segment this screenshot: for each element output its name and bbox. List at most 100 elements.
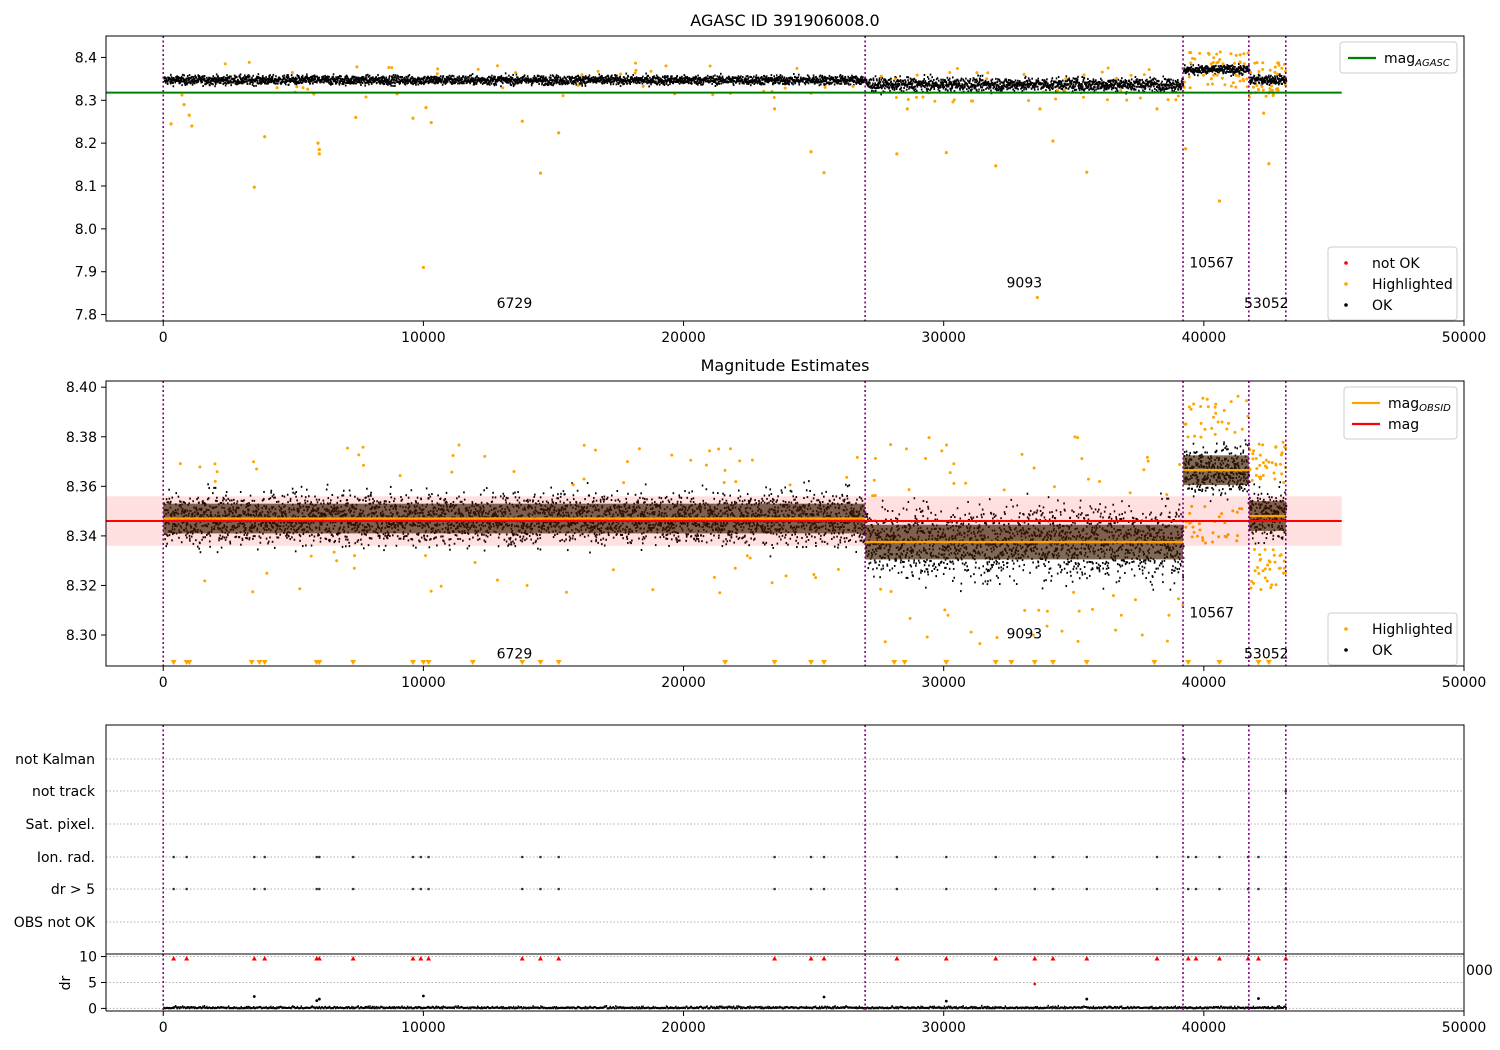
top-ok-point	[996, 87, 998, 90]
top-ok-point	[1033, 88, 1036, 91]
top-highlighted-point	[1255, 83, 1259, 87]
top-ok-point	[288, 83, 290, 86]
top-ok-point	[394, 84, 396, 87]
top-ok-point	[1266, 83, 1269, 86]
top-ok-point	[1215, 64, 1217, 67]
top-ok-point	[1153, 81, 1156, 84]
top-ok-point	[1154, 78, 1157, 81]
top-highlighted-point	[955, 67, 959, 71]
top-ok-point	[1088, 82, 1091, 85]
top-highlighted-point	[514, 71, 518, 75]
top-ok-point	[495, 83, 498, 86]
top-ok-point	[376, 81, 378, 84]
top-ok-point	[1121, 86, 1124, 89]
top-highlighted-point	[933, 99, 937, 103]
top-ok-point	[900, 89, 903, 92]
top-ok-point	[1230, 74, 1232, 77]
top-ok-point	[841, 75, 844, 78]
top-ok-point	[283, 74, 286, 77]
top-ok-point	[439, 75, 442, 78]
top-highlighted-point	[1038, 107, 1042, 111]
top-ok-point	[1162, 88, 1164, 91]
top-ok-point	[166, 82, 169, 85]
top-ok-point	[906, 76, 908, 79]
top-ok-point	[874, 89, 877, 92]
top-ok-point	[904, 81, 907, 84]
top-ok-point	[619, 75, 621, 78]
top-highlighted-point	[1223, 83, 1227, 87]
top-ok-point	[262, 75, 264, 78]
top-highlighted-point	[1062, 88, 1066, 92]
top-ok-point	[493, 84, 496, 87]
top-ok-point	[445, 75, 448, 78]
top-ok-point	[1112, 87, 1115, 90]
top-highlighted-point	[1209, 77, 1213, 81]
top-highlighted-point	[1106, 66, 1110, 70]
top-ok-point	[1177, 88, 1180, 91]
top-ok-point	[181, 84, 183, 87]
top-ok-point	[538, 74, 540, 77]
top-ok-point	[1280, 74, 1283, 77]
top-ok-point	[1242, 73, 1244, 76]
top-highlighted-point	[1206, 82, 1210, 86]
top-ok-point	[1003, 85, 1006, 88]
top-ok-point	[1157, 86, 1159, 89]
top-ok-point	[899, 79, 902, 82]
top-ok-point	[452, 75, 455, 78]
top-ok-point	[377, 73, 379, 76]
top-ok-point	[1265, 75, 1268, 78]
top-highlighted-point	[223, 62, 227, 66]
top-highlighted-point	[1115, 76, 1119, 80]
top-ok-point	[1072, 83, 1075, 86]
top-ok-point	[1024, 75, 1027, 78]
top-ok-point	[1176, 79, 1179, 82]
top-ok-point	[848, 83, 850, 86]
top-ok-point	[1196, 67, 1198, 70]
top-ok-point	[641, 82, 644, 85]
top-highlighted-point	[1138, 96, 1142, 100]
top-highlighted-point	[1188, 86, 1192, 90]
top-ok-point	[1158, 80, 1160, 83]
top-ok-point	[745, 75, 748, 78]
top-ok-point	[775, 74, 778, 77]
top-ok-point	[1051, 77, 1054, 80]
top-ok-point	[742, 76, 744, 79]
top-highlighted-point	[641, 84, 645, 88]
top-ok-point	[582, 78, 585, 81]
top-highlighted-point	[390, 66, 394, 70]
top-ok-point	[898, 80, 900, 83]
top-ok-point	[996, 80, 999, 83]
top-highlighted-point	[290, 71, 294, 75]
top-ok-point	[860, 82, 862, 85]
top-ok-point	[943, 85, 946, 88]
top-ok-point	[804, 83, 807, 86]
top-ok-point	[192, 76, 195, 79]
top-ok-point	[282, 80, 285, 83]
top-ok-point	[911, 82, 914, 85]
top-highlighted-point	[1212, 73, 1216, 77]
top-ok-point	[332, 75, 334, 78]
top-highlighted-point	[708, 64, 712, 68]
top-ok-point	[1232, 65, 1235, 68]
top-ok-point	[1002, 87, 1005, 90]
top-ok-point	[980, 86, 982, 89]
top-ok-point	[662, 76, 664, 79]
top-ok-point	[874, 75, 877, 78]
top-ok-point	[1172, 79, 1174, 82]
top-ok-point	[463, 82, 465, 85]
top-ok-point	[1057, 76, 1060, 79]
top-ok-point	[669, 83, 671, 86]
top-ok-point	[1146, 78, 1148, 81]
top-ok-point	[1031, 77, 1033, 80]
top-ok-point	[1192, 64, 1194, 67]
top-ok-point	[1221, 68, 1224, 71]
top-ok-point	[762, 83, 764, 86]
top-highlighted-point	[182, 102, 186, 107]
top-ok-point	[981, 89, 983, 92]
top-ok-point	[973, 84, 975, 87]
top-ok-point	[290, 74, 293, 77]
top-ok-point	[1001, 89, 1003, 92]
top-ok-point	[667, 84, 669, 87]
top-ok-point	[741, 79, 743, 82]
top-ok-point	[1081, 75, 1084, 78]
